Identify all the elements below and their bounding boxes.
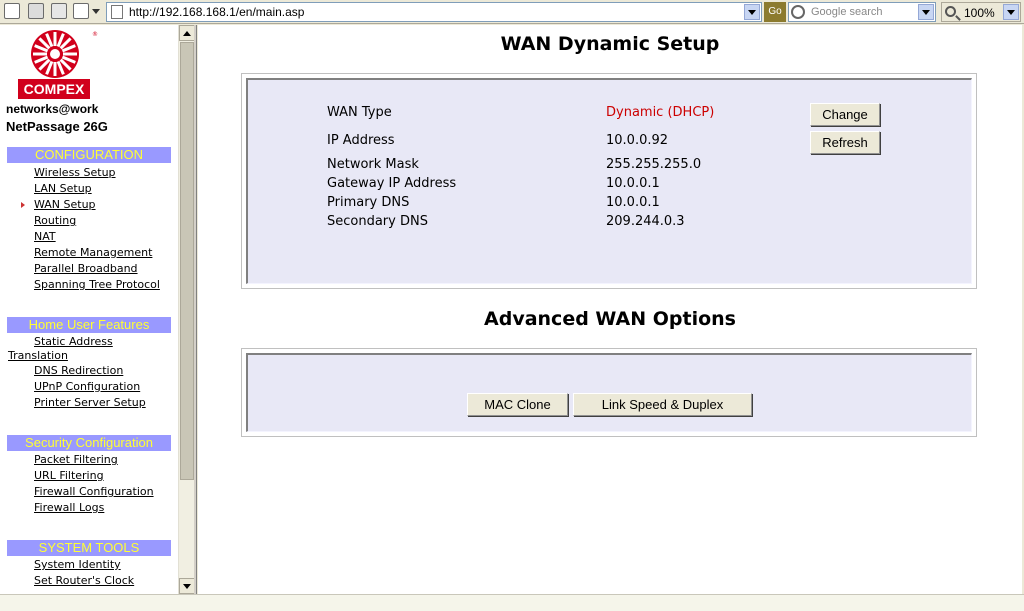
primary-dns-label: Primary DNS xyxy=(327,195,410,210)
sidebar: ® COMPEX networks@work NetPassage 26G CO… xyxy=(0,25,178,594)
address-bar[interactable]: http://192.168.168.1/en/main.asp xyxy=(106,2,762,22)
gateway-ip-label: Gateway IP Address xyxy=(327,176,457,191)
sidebar-item-wireless-setup[interactable]: Wireless Setup xyxy=(0,165,178,181)
sidebar-item-firewall-configuration[interactable]: Firewall Configuration xyxy=(0,484,178,500)
page-icon[interactable] xyxy=(73,3,89,19)
network-mask-label: Network Mask xyxy=(327,157,419,172)
sidebar-scrollbar[interactable] xyxy=(178,25,195,594)
page-icon xyxy=(111,5,123,19)
google-icon xyxy=(791,5,805,19)
brand-name: COMPEX xyxy=(18,79,90,99)
advanced-options-inner: MAC Clone Link Speed & Duplex xyxy=(246,353,972,432)
nav-section-configuration: CONFIGURATION xyxy=(7,147,171,163)
camera-icon[interactable] xyxy=(28,3,44,19)
change-button[interactable]: Change xyxy=(810,103,880,126)
google-search-box[interactable]: Google search xyxy=(788,2,936,22)
compex-sun-icon xyxy=(31,30,79,78)
gateway-ip-value: 10.0.0.1 xyxy=(606,176,660,191)
sidebar-item-wan-setup[interactable]: WAN Setup xyxy=(0,197,178,213)
sidebar-item-printer-server-setup[interactable]: Printer Server Setup xyxy=(0,395,178,411)
wan-type-value: Dynamic (DHCP) xyxy=(606,105,715,120)
nav-section-home-user-features: Home User Features xyxy=(7,317,171,333)
page-title: WAN Dynamic Setup xyxy=(500,33,720,55)
zoom-control[interactable]: 100% xyxy=(941,2,1021,22)
ip-address-label: IP Address xyxy=(327,133,395,148)
scroll-down-icon[interactable] xyxy=(179,578,195,594)
product-name: NetPassage 26G xyxy=(6,119,108,134)
static-address-line2: Translation xyxy=(8,349,68,362)
sidebar-item-dns-redirection[interactable]: DNS Redirection xyxy=(0,363,178,379)
zoom-level: 100% xyxy=(964,6,995,20)
go-button[interactable]: Go xyxy=(764,2,786,22)
sidebar-item-parallel-broadband[interactable]: Parallel Broadband xyxy=(0,261,178,277)
scrollbar-thumb[interactable] xyxy=(180,42,194,480)
advanced-options-title: Advanced WAN Options xyxy=(484,308,736,330)
primary-dns-value: 10.0.0.1 xyxy=(606,195,660,210)
nav-section-system-tools: SYSTEM TOOLS xyxy=(7,540,171,556)
print-icon[interactable] xyxy=(51,3,67,19)
registered-mark: ® xyxy=(92,31,98,38)
status-bar xyxy=(0,594,1024,611)
frame-divider[interactable] xyxy=(194,25,197,594)
nav-list-system-tools: System Identity Set Router's Clock xyxy=(0,557,178,589)
address-dropdown-icon[interactable] xyxy=(744,4,760,20)
secondary-dns-label: Secondary DNS xyxy=(327,214,428,229)
nav-list-configuration: Wireless Setup LAN Setup WAN Setup Routi… xyxy=(0,165,178,293)
nav-list-home-user: Static Address Translation DNS Redirectio… xyxy=(0,334,178,411)
lock-icon[interactable] xyxy=(4,3,20,19)
nav-section-security-configuration: Security Configuration xyxy=(7,435,171,451)
sidebar-item-spanning-tree-protocol[interactable]: Spanning Tree Protocol xyxy=(0,277,178,293)
zoom-dropdown-icon[interactable] xyxy=(1003,4,1019,20)
toolbar-dropdown-icon[interactable] xyxy=(92,9,100,14)
sidebar-item-set-routers-clock[interactable]: Set Router's Clock xyxy=(0,573,178,589)
tagline: networks@work xyxy=(6,102,99,116)
sidebar-item-packet-filtering[interactable]: Packet Filtering xyxy=(0,452,178,468)
magnifier-icon xyxy=(945,6,956,17)
browser-toolbar: http://192.168.168.1/en/main.asp Go Goog… xyxy=(0,0,1024,24)
wan-info-panel: WAN Type Dynamic (DHCP) IP Address 10.0.… xyxy=(241,73,977,289)
search-dropdown-icon[interactable] xyxy=(918,4,934,20)
mac-clone-button[interactable]: MAC Clone xyxy=(467,393,568,416)
link-speed-duplex-button[interactable]: Link Speed & Duplex xyxy=(573,393,752,416)
sidebar-item-static-address-translation[interactable]: Static Address Translation xyxy=(0,334,178,363)
network-mask-value: 255.255.255.0 xyxy=(606,157,702,172)
advanced-options-panel: MAC Clone Link Speed & Duplex xyxy=(241,348,977,437)
sidebar-item-routing[interactable]: Routing xyxy=(0,213,178,229)
refresh-button[interactable]: Refresh xyxy=(810,131,880,154)
sidebar-item-remote-management[interactable]: Remote Management xyxy=(0,245,178,261)
scroll-up-icon[interactable] xyxy=(179,25,195,41)
wan-type-label: WAN Type xyxy=(327,105,392,120)
sidebar-item-upnp-configuration[interactable]: UPnP Configuration xyxy=(0,379,178,395)
sidebar-item-lan-setup[interactable]: LAN Setup xyxy=(0,181,178,197)
secondary-dns-value: 209.244.0.3 xyxy=(606,214,685,229)
nav-list-security: Packet Filtering URL Filtering Firewall … xyxy=(0,452,178,516)
main-content: WAN Dynamic Setup WAN Type Dynamic (DHCP… xyxy=(198,25,1022,594)
sidebar-item-firewall-logs[interactable]: Firewall Logs xyxy=(0,500,178,516)
compex-logo: ® COMPEX xyxy=(18,29,98,101)
address-text[interactable]: http://192.168.168.1/en/main.asp xyxy=(129,5,304,19)
sidebar-item-url-filtering[interactable]: URL Filtering xyxy=(0,468,178,484)
ip-address-value: 10.0.0.92 xyxy=(606,133,669,148)
wan-info-inner: WAN Type Dynamic (DHCP) IP Address 10.0.… xyxy=(246,78,972,284)
google-search-placeholder[interactable]: Google search xyxy=(811,6,883,18)
sidebar-item-nat[interactable]: NAT xyxy=(0,229,178,245)
static-address-line1: Static Address xyxy=(34,335,113,348)
sidebar-item-system-identity[interactable]: System Identity xyxy=(0,557,178,573)
